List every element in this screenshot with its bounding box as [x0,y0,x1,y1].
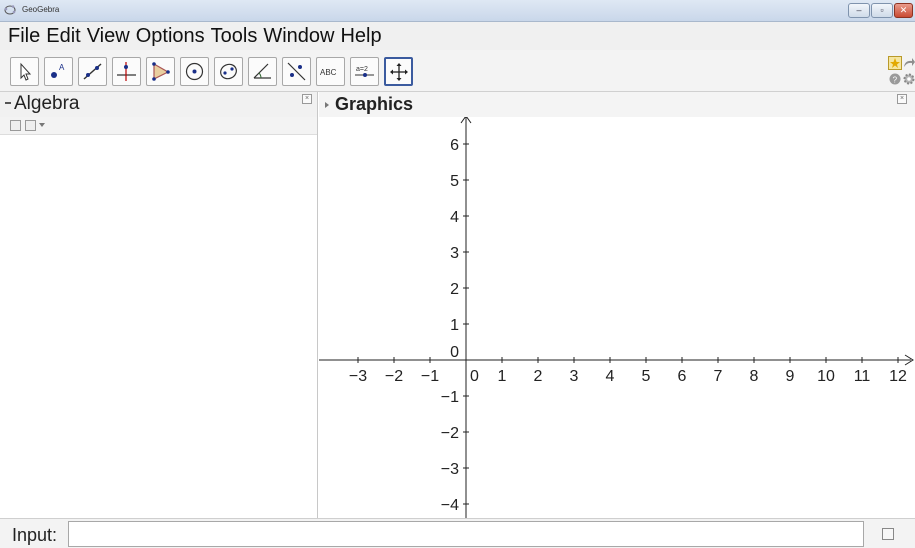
redo-arrow-icon[interactable] [902,56,915,70]
x-tick-group: −3 −2 −1 0 1 2 3 4 5 6 7 8 9 10 11 12 [349,357,907,385]
y-tick-label: −1 [441,389,459,406]
sort-objects-icon[interactable] [25,120,36,131]
x-tick-label: 7 [714,368,723,385]
collapse-toggle-icon[interactable] [5,102,11,104]
polygon-icon [152,62,170,81]
x-tick-label: −1 [421,368,439,385]
input-field[interactable] [68,521,864,547]
perspective-star-icon[interactable] [888,56,902,70]
x-tick-label: 5 [642,368,651,385]
insert-text-icon: ABC [320,68,337,77]
y-tick-label: 2 [450,281,459,298]
graphics-header: Graphics × [319,92,915,117]
x-tick-label: 4 [606,368,615,385]
y-tick-group: 6 5 4 3 2 1 −1 −2 −3 −4 0 [441,137,469,514]
graphics-title: Graphics [335,94,414,114]
x-tick-label: 6 [678,368,687,385]
x-tick-label: 8 [750,368,759,385]
graphics-close-icon[interactable]: × [897,94,907,104]
reflect-about-line-icon [287,62,306,81]
expand-toggle-icon[interactable] [325,102,329,108]
menu-tools[interactable]: Tools [211,25,258,48]
window-title: GeoGebra [22,5,60,14]
x-tick-label: −3 [349,368,367,385]
y-tick-label: −2 [441,425,459,442]
x-tick-label: 0 [470,368,479,385]
svg-text:A: A [59,63,65,72]
minimize-button[interactable]: – [848,3,870,18]
y-tick-label: −3 [441,461,459,478]
y-tick-label: 0 [450,344,459,361]
x-tick-label: 9 [786,368,795,385]
perpendicular-line-icon [117,62,136,81]
y-tick-label: 5 [450,173,459,190]
settings-gear-icon[interactable] [902,72,915,86]
y-tick-label: 3 [450,245,459,262]
tool-point[interactable]: A [44,57,73,86]
tool-text[interactable]: ABC [316,57,345,86]
move-graphics-view-icon [390,63,408,81]
y-tick-label: 6 [450,137,459,154]
help-icon[interactable]: ? [888,72,902,86]
input-bar: Input: [0,518,915,548]
input-label: Input: [12,525,58,545]
x-tick-label: −2 [385,368,403,385]
tool-polygon[interactable] [146,57,175,86]
move-pointer-icon [20,62,32,81]
tool-line[interactable] [78,57,107,86]
x-tick-label: 11 [854,368,871,385]
menu-help[interactable]: Help [340,25,381,48]
x-tick-label: 3 [570,368,579,385]
x-tick-label: 10 [817,368,835,385]
circle-with-center-icon [185,62,204,81]
y-tick-label: 4 [450,209,459,226]
tool-slider[interactable]: a=2 [350,57,379,86]
algebra-close-icon[interactable]: × [302,94,312,104]
slider-icon: a=2 [355,66,374,77]
algebra-view[interactable]: Algebra × [0,92,318,518]
svg-text:?: ? [893,76,898,85]
x-tick-label: 12 [889,368,907,385]
algebra-header: Algebra × [0,92,317,117]
input-help-icon[interactable] [882,528,894,540]
auxiliary-objects-icon[interactable] [10,120,21,131]
line-through-two-points-icon [83,63,102,80]
close-button[interactable]: ✕ [894,3,913,18]
tool-perpendicular[interactable] [112,57,141,86]
y-tick-label: −4 [441,497,459,514]
tool-angle[interactable] [248,57,277,86]
x-tick-label: 2 [534,368,543,385]
slider-label: a=2 [356,66,368,73]
menu-file[interactable]: File [8,25,40,48]
graphics-view[interactable]: Graphics × −3 −2 −1 0 1 2 3 4 5 6 7 8 9 10 11 12 654321… [319,92,915,518]
menu-window[interactable]: Window [263,25,334,48]
menu-edit[interactable]: Edit [46,25,80,48]
dropdown-arrow-icon[interactable] [39,123,45,127]
tool-ellipse[interactable] [214,57,243,86]
title-bar: GeoGebra – ▫ ✕ [0,0,915,22]
algebra-style-bar [0,117,317,135]
geogebra-logo-icon [4,5,16,15]
x-tick-label: 1 [498,368,507,385]
tool-reflect[interactable] [282,57,311,86]
angle-icon [253,63,271,79]
tool-move-graphics[interactable] [384,57,413,86]
toolbar: A ABC a=2 ? [0,50,915,92]
coordinate-axes[interactable]: −3 −2 −1 0 1 2 3 4 5 6 7 8 9 10 11 12 654321−1−2−3−40 [319,117,915,518]
tool-move[interactable] [10,57,39,86]
tool-circle[interactable] [180,57,209,86]
insert-text-label: ABC [320,68,337,77]
menu-options[interactable]: Options [136,25,205,48]
new-point-icon: A [51,63,65,78]
menu-view[interactable]: View [87,25,130,48]
menu-bar: File Edit View Options Tools Window Help [0,22,915,50]
maximize-button[interactable]: ▫ [871,3,893,18]
y-tick-label: 1 [450,317,459,334]
algebra-title: Algebra [14,93,80,114]
ellipse-icon [220,63,237,80]
